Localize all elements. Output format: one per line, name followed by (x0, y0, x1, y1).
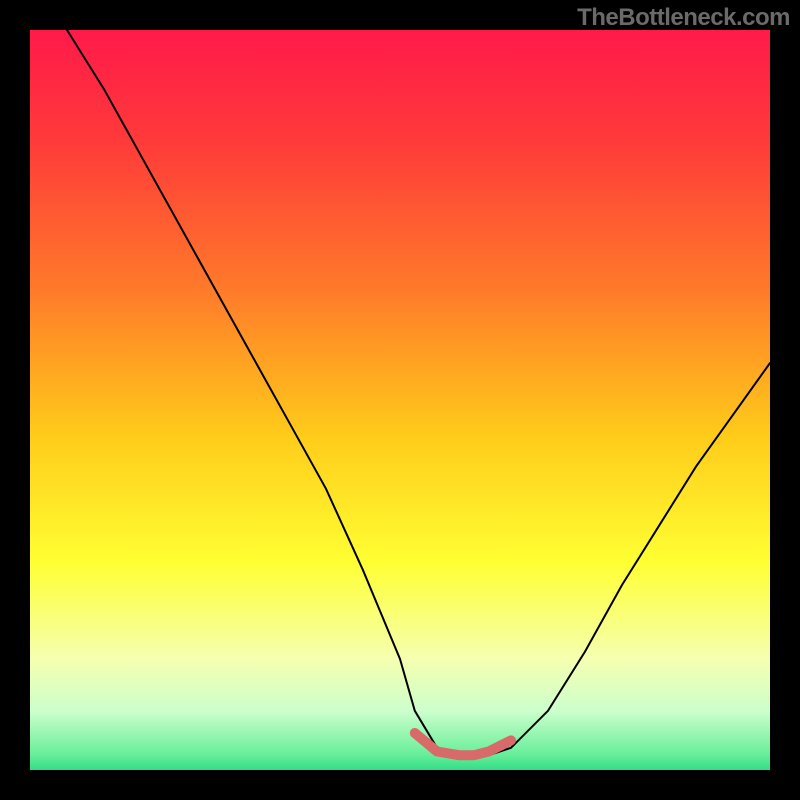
bottleneck-chart (30, 30, 770, 770)
watermark-text: TheBottleneck.com (577, 4, 790, 32)
chart-container: TheBottleneck.com (0, 0, 800, 800)
